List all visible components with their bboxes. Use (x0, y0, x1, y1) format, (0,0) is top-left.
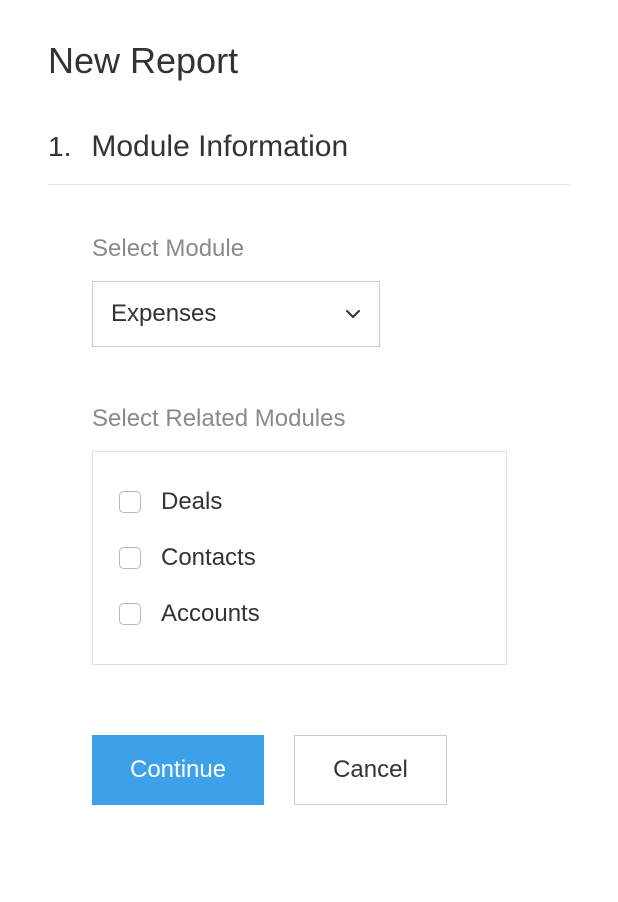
step-number: 1. (48, 131, 71, 163)
checkbox-deals[interactable] (119, 491, 141, 513)
checkbox-accounts[interactable] (119, 603, 141, 625)
page-title: New Report (48, 40, 570, 82)
form-section: Select Module Expenses Select Related Mo… (48, 235, 570, 805)
related-modules-box: Deals Contacts Accounts (92, 451, 507, 665)
button-row: Continue Cancel (92, 735, 570, 805)
checkbox-label-contacts: Contacts (161, 544, 256, 572)
step-title: Module Information (91, 130, 348, 164)
continue-button[interactable]: Continue (92, 735, 264, 805)
cancel-button[interactable]: Cancel (294, 735, 447, 805)
step-header: 1. Module Information (48, 130, 570, 164)
related-module-row: Accounts (119, 586, 480, 642)
chevron-down-icon (345, 306, 361, 322)
checkbox-contacts[interactable] (119, 547, 141, 569)
divider (48, 184, 570, 185)
checkbox-label-deals: Deals (161, 488, 222, 516)
module-select-value: Expenses (111, 300, 216, 328)
related-module-row: Deals (119, 474, 480, 530)
module-select[interactable]: Expenses (92, 281, 380, 347)
related-module-row: Contacts (119, 530, 480, 586)
related-modules-label: Select Related Modules (92, 405, 570, 433)
module-select-wrapper: Expenses (92, 281, 380, 347)
module-label: Select Module (92, 235, 570, 263)
checkbox-label-accounts: Accounts (161, 600, 260, 628)
